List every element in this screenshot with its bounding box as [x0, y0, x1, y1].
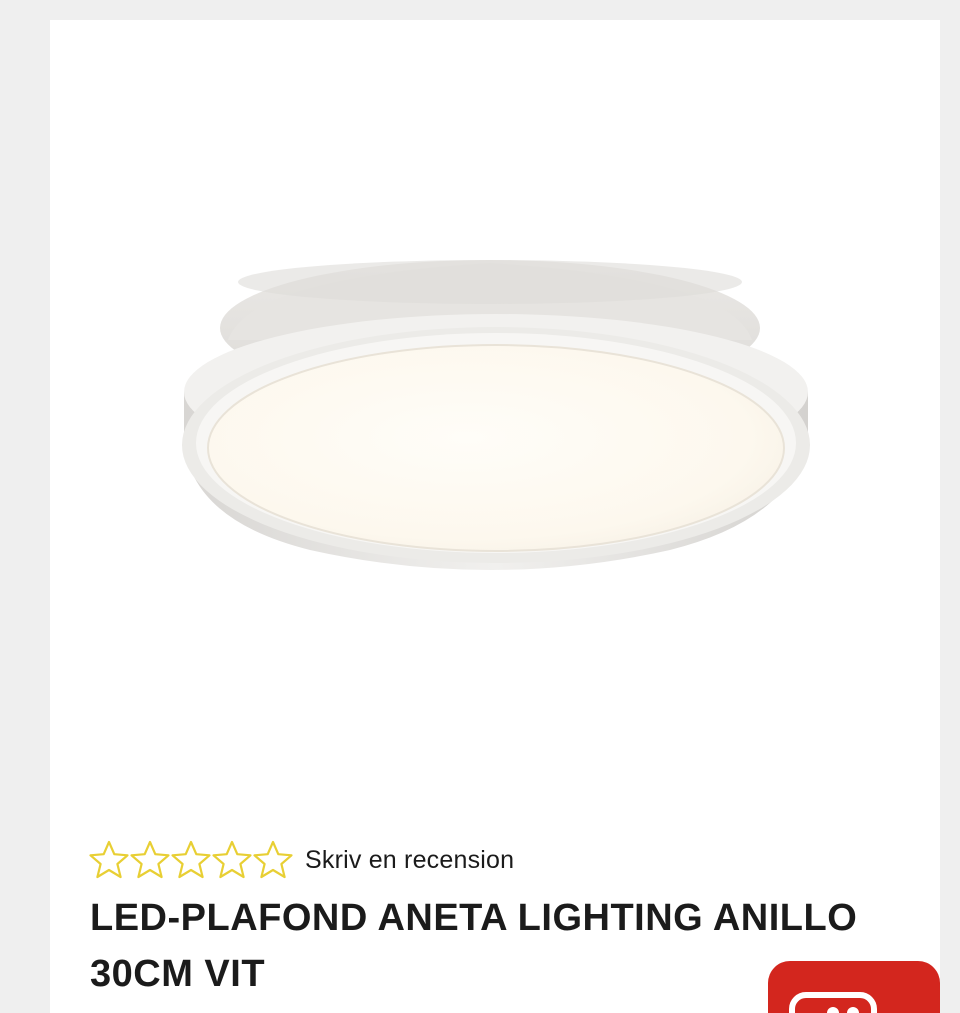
chat-button[interactable] [768, 961, 940, 1013]
ceiling-lamp-image [182, 260, 810, 570]
chat-icon [789, 992, 877, 1013]
page: Skriv en recension LED-PLAFOND ANETA LIG… [0, 0, 960, 1013]
write-review-link[interactable]: Skriv en recension [305, 846, 514, 875]
rating-row[interactable]: Skriv en recension [88, 836, 514, 884]
star-outline-icon [89, 840, 129, 879]
star-outline-icon [130, 840, 170, 879]
star-outline-icon [171, 840, 211, 879]
product-title: LED-PLAFOND ANETA LIGHTING ANILLO 30CM V… [90, 897, 858, 995]
product-card: Skriv en recension LED-PLAFOND ANETA LIG… [50, 20, 940, 1013]
star-outline-icon [212, 840, 252, 879]
star-outline-icon [253, 840, 293, 879]
product-image[interactable] [50, 20, 940, 820]
star-rating [88, 839, 293, 881]
